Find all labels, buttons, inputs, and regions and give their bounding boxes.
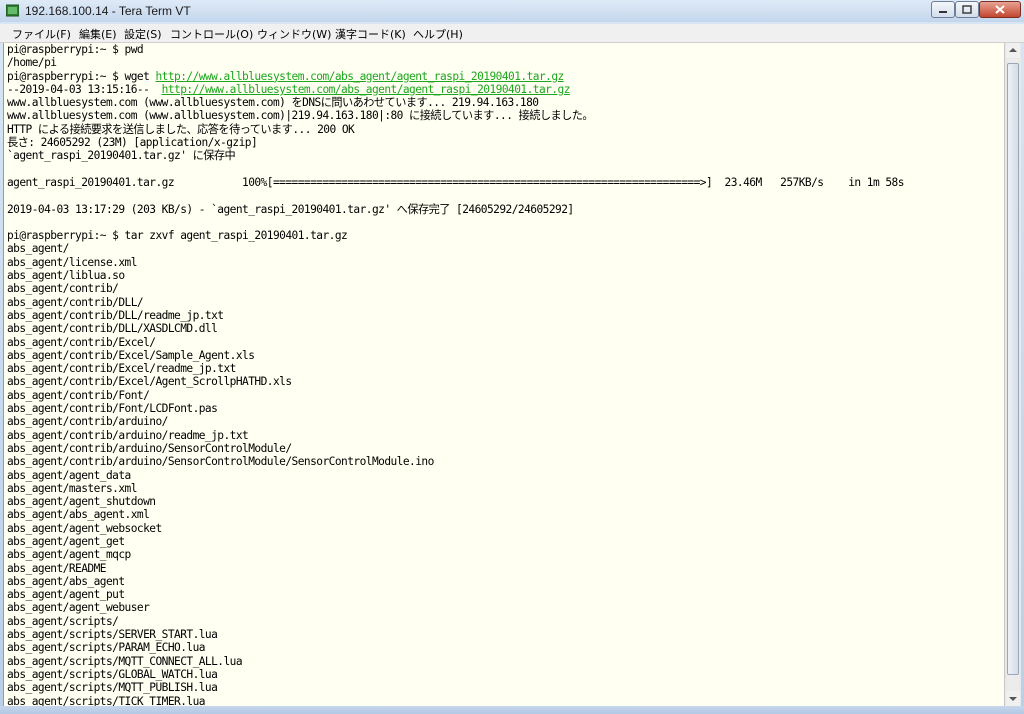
menu-setup[interactable]: 設定(S) bbox=[124, 26, 162, 42]
terminal-line: abs_agent/contrib/arduino/ bbox=[7, 415, 168, 429]
terminal-line: abs_agent/scripts/SERVER_START.lua bbox=[7, 628, 218, 642]
terminal-line: abs_agent/contrib/Excel/ bbox=[7, 335, 156, 349]
terminal-output[interactable]: pi@raspberrypi:~ $ pwd/home/pi pi@raspber… bbox=[3, 43, 1004, 706]
terminal-line: abs_agent/contrib/DLL/ bbox=[7, 295, 144, 309]
terminal-line: abs_agent/contrib/arduino/readme_jp.txt bbox=[7, 428, 249, 442]
terminal-line: abs_agent/agent_put bbox=[7, 588, 125, 602]
terminal-line: abs_agent/scripts/PARAM_ECHO.lua bbox=[7, 641, 205, 655]
terminal-line: pi@raspberrypi:~ $ wget http://www.allbl… bbox=[7, 69, 564, 83]
terminal-line: abs_agent/abs_agent.xml bbox=[7, 508, 150, 522]
terminal-line: abs_agent/scripts/GLOBAL_WATCH.lua bbox=[7, 667, 218, 681]
maximize-button[interactable] bbox=[955, 1, 979, 18]
terminal-line: --2019-04-03 13:15:16-- http://www.allbl… bbox=[7, 82, 571, 96]
menu-control[interactable]: コントロール(O) bbox=[170, 26, 253, 42]
terminal-line: abs_agent/liblua.so bbox=[7, 269, 125, 283]
arrow-up-icon bbox=[1009, 48, 1017, 52]
maximize-icon bbox=[962, 5, 972, 14]
terminal-line: abs_agent/agent_data bbox=[7, 468, 131, 482]
terminal-line: abs_agent/agent_shutdown bbox=[7, 495, 156, 509]
terminal-line: 長さ: 24605292 (23M) [application/x-gzip] bbox=[7, 136, 258, 150]
terminal-line: www.allbluesystem.com (www.allbluesystem… bbox=[7, 96, 539, 110]
terminal-line: abs_agent/masters.xml bbox=[7, 481, 137, 495]
terminal-line: pi@raspberrypi:~ $ pwd bbox=[7, 43, 144, 56]
vertical-scrollbar[interactable] bbox=[1004, 43, 1021, 706]
terminal-line: www.allbluesystem.com (www.allbluesystem… bbox=[7, 109, 594, 123]
scroll-thumb[interactable] bbox=[1007, 63, 1019, 675]
minimize-icon bbox=[939, 11, 947, 13]
scroll-up-button[interactable] bbox=[1006, 43, 1020, 58]
teraterm-icon bbox=[6, 4, 19, 17]
terminal-line: abs_agent/agent_mqcp bbox=[7, 548, 131, 562]
scroll-down-button[interactable] bbox=[1006, 691, 1020, 706]
terminal-line: abs_agent/README bbox=[7, 561, 107, 575]
terminal-line: agent_raspi_20190401.tar.gz 100%[=======… bbox=[7, 175, 904, 189]
terminal-line: abs_agent/license.xml bbox=[7, 255, 137, 269]
menu-bar: ファイル(F) 編集(E) 設定(S) コントロール(O) ウィンドウ(W) 漢… bbox=[0, 24, 1024, 43]
terminal-line: abs_agent/agent_webuser bbox=[7, 601, 150, 615]
terminal-line: abs_agent/abs_agent bbox=[7, 574, 125, 588]
close-button[interactable] bbox=[979, 1, 1021, 18]
menu-kanji[interactable]: 漢字コード(K) bbox=[335, 26, 406, 42]
menu-edit[interactable]: 編集(E) bbox=[79, 26, 117, 42]
window-bottom-border bbox=[0, 706, 1024, 714]
download-link[interactable]: http://www.allbluesystem.com/abs_agent/a… bbox=[162, 83, 571, 96]
terminal-line: abs_agent/contrib/Font/LCDFont.pas bbox=[7, 402, 218, 416]
terminal-line: `agent_raspi_20190401.tar.gz' に保存中 bbox=[7, 149, 236, 163]
minimize-button[interactable] bbox=[931, 1, 955, 18]
terminal-line: HTTP による接続要求を送信しました、応答を待っています... 200 OK bbox=[7, 122, 355, 136]
menu-file[interactable]: ファイル(F) bbox=[12, 26, 71, 42]
arrow-down-icon bbox=[1009, 697, 1017, 701]
download-link[interactable]: http://www.allbluesystem.com/abs_agent/a… bbox=[155, 70, 564, 83]
terminal-line: abs_agent/contrib/ bbox=[7, 282, 119, 296]
title-bar[interactable]: 192.168.100.14 - Tera Term VT bbox=[0, 0, 1024, 22]
terminal-line: abs_agent/scripts/MQTT_PUBLISH.lua bbox=[7, 681, 218, 695]
menu-help[interactable]: ヘルプ(H) bbox=[413, 26, 463, 42]
menu-window[interactable]: ウィンドウ(W) bbox=[257, 26, 331, 42]
close-icon bbox=[995, 5, 1005, 14]
window-title: 192.168.100.14 - Tera Term VT bbox=[25, 4, 191, 18]
terminal-line: abs_agent/contrib/Excel/readme_jp.txt bbox=[7, 362, 236, 376]
terminal-line: 2019-04-03 13:17:29 (203 KB/s) - `agent_… bbox=[7, 202, 574, 216]
terminal-line: pi@raspberrypi:~ $ tar zxvf agent_raspi_… bbox=[7, 229, 348, 243]
terminal-line: abs_agent/ bbox=[7, 242, 69, 256]
terminal-line: abs_agent/contrib/DLL/readme_jp.txt bbox=[7, 308, 224, 322]
terminal-line: abs_agent/scripts/MQTT_CONNECT_ALL.lua bbox=[7, 654, 243, 668]
terminal-line: abs_agent/contrib/Excel/Sample_Agent.xls bbox=[7, 348, 255, 362]
terminal-line: abs_agent/contrib/DLL/XASDLCMD.dll bbox=[7, 322, 218, 336]
terminal-line: /home/pi bbox=[7, 56, 57, 70]
terminal-line: abs_agent/contrib/Font/ bbox=[7, 388, 150, 402]
terminal-line: abs_agent/agent_get bbox=[7, 534, 125, 548]
teraterm-window: 192.168.100.14 - Tera Term VT ファイル(F) 編集… bbox=[0, 0, 1024, 714]
terminal-line: abs_agent/contrib/arduino/SensorControlM… bbox=[7, 455, 434, 469]
terminal-line: abs_agent/contrib/Excel/Agent_ScrollpHAT… bbox=[7, 375, 292, 389]
terminal-line: abs_agent/scripts/TICK_TIMER.lua bbox=[7, 694, 205, 706]
terminal-line: abs_agent/contrib/arduino/SensorControlM… bbox=[7, 441, 292, 455]
terminal-line: abs_agent/scripts/ bbox=[7, 614, 119, 628]
terminal-line: abs_agent/agent_websocket bbox=[7, 521, 162, 535]
